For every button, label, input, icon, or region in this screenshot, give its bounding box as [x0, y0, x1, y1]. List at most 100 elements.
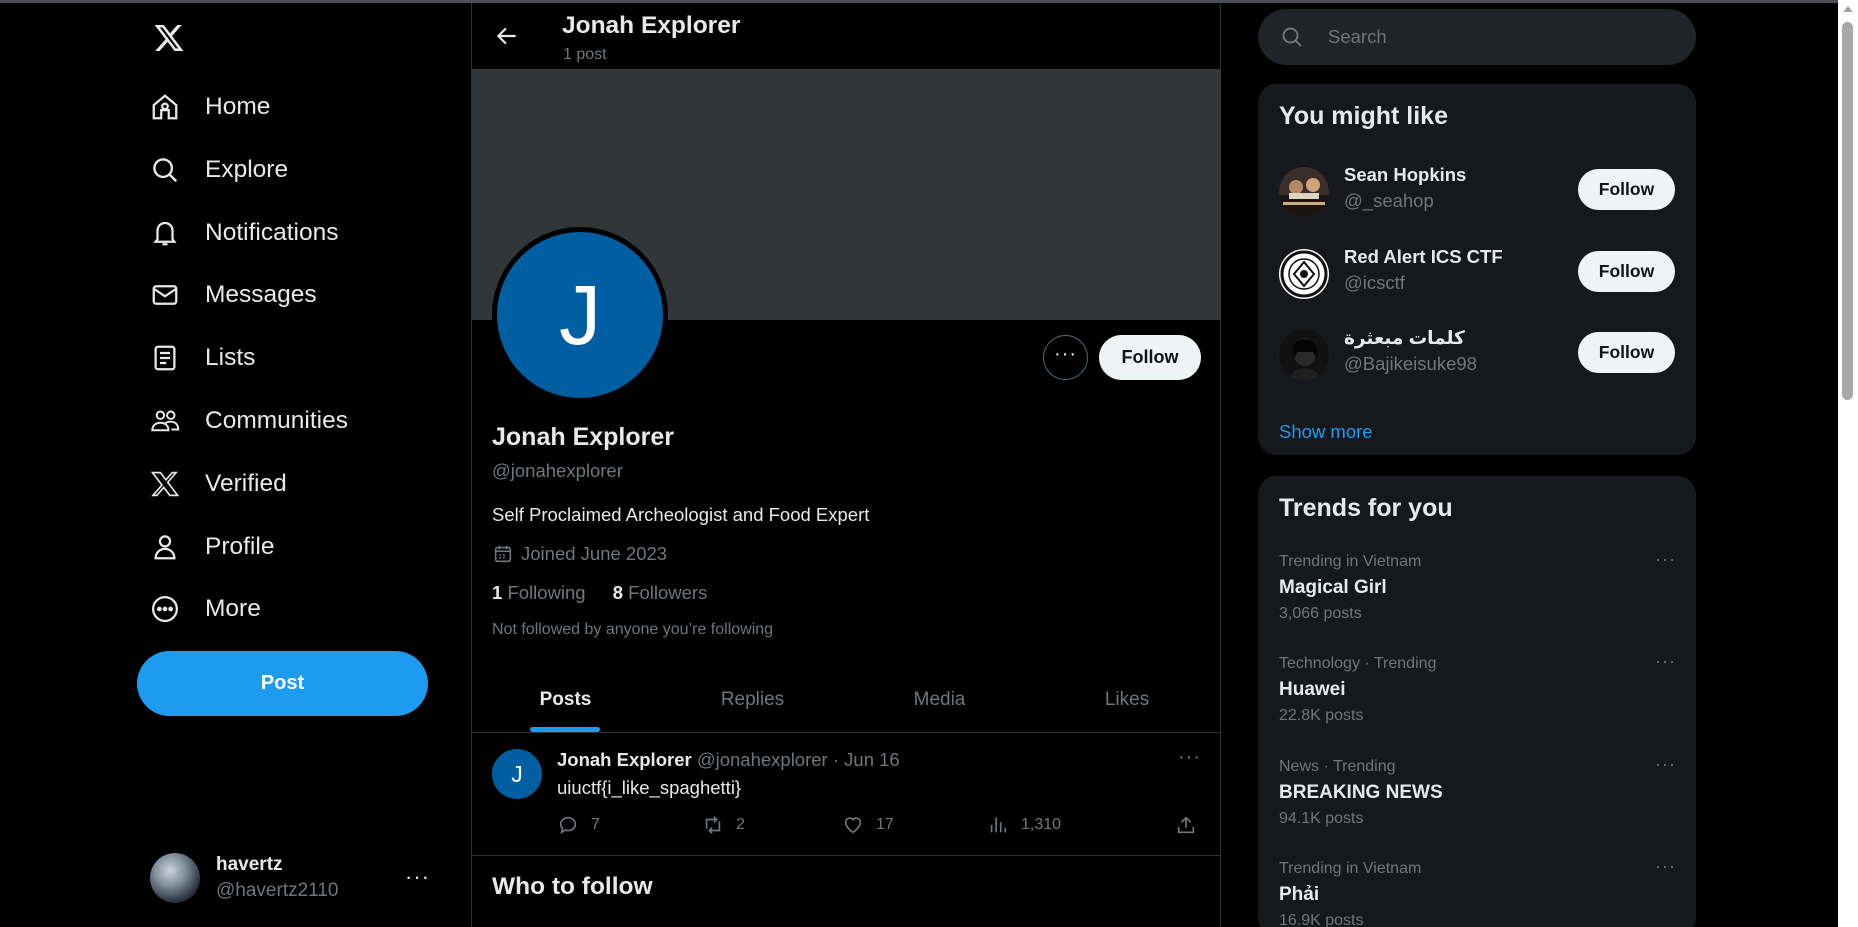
reply-button[interactable]: 7: [557, 814, 600, 836]
suggested-user[interactable]: Red Alert ICS CTF @icsctf Follow: [1258, 234, 1696, 314]
profile-stats: 1 Following 8 Followers: [492, 582, 729, 604]
more-circle-icon: [150, 594, 180, 624]
profile-bio: Self Proclaimed Archeologist and Food Ex…: [492, 504, 870, 525]
avatar: [150, 853, 200, 903]
account-switcher[interactable]: havertz @havertz2110 ···: [150, 850, 440, 906]
nav-notifications[interactable]: Notifications: [150, 208, 338, 258]
trend-item[interactable]: Technology · Trending Huawei 22.8K posts…: [1258, 651, 1696, 755]
share-icon: [1177, 816, 1195, 834]
view-count: 1,310: [1021, 816, 1062, 833]
more-icon[interactable]: ···: [1655, 651, 1676, 672]
like-button[interactable]: 17: [842, 814, 894, 836]
tweet-actions: 7 2 17 1,310: [557, 814, 1197, 840]
joined-date: Joined June 2023: [521, 543, 668, 564]
nav-profile[interactable]: Profile: [150, 522, 274, 572]
repost-button[interactable]: 2: [702, 814, 745, 836]
tab-replies[interactable]: Replies: [659, 667, 846, 733]
who-to-follow-title: Who to follow: [492, 873, 653, 900]
share-button[interactable]: [1175, 814, 1209, 836]
tweet-author-handle[interactable]: @jonahexplorer: [697, 749, 828, 770]
more-icon: ···: [1054, 343, 1077, 365]
nav-verified-label: Verified: [205, 470, 287, 497]
reply-count: 7: [591, 816, 600, 833]
tab-posts[interactable]: Posts: [472, 667, 659, 733]
scrollbar-thumb[interactable]: [1842, 22, 1853, 400]
page-title: Jonah Explorer: [562, 12, 741, 39]
trend-title: Huawei: [1279, 679, 1346, 700]
nav-communities-label: Communities: [205, 407, 348, 434]
trend-context: Trending in Vietnam: [1279, 860, 1422, 877]
nav-home[interactable]: Home: [150, 82, 270, 132]
show-more-link[interactable]: Show more: [1279, 421, 1373, 443]
scroll-up-arrow-icon[interactable]: [1843, 6, 1853, 12]
active-tab-indicator: [530, 727, 600, 732]
user-handle: @icsctf: [1344, 272, 1405, 293]
follow-button[interactable]: Follow: [1099, 335, 1201, 380]
back-arrow-icon[interactable]: [494, 23, 520, 49]
nav-more-label: More: [205, 595, 261, 622]
trends-title: Trends for you: [1279, 494, 1453, 522]
nav-notifications-label: Notifications: [205, 219, 339, 246]
tweet[interactable]: J Jonah Explorer @jonahexplorer · Jun 16…: [472, 734, 1221, 856]
home-icon: [150, 92, 180, 122]
search-input[interactable]: [1328, 26, 1668, 48]
nav-more[interactable]: More: [150, 584, 261, 634]
suggested-user[interactable]: كلمات مبعثرة @Bajikeisuke98 Follow: [1258, 315, 1696, 395]
trend-title: Magical Girl: [1279, 577, 1387, 598]
follow-button[interactable]: Follow: [1578, 169, 1675, 210]
profile-more-button[interactable]: ···: [1043, 335, 1088, 380]
suggested-user[interactable]: Sean Hopkins @_seahop Follow: [1258, 152, 1696, 232]
search-bar[interactable]: [1258, 9, 1696, 65]
more-icon[interactable]: ···: [1178, 746, 1201, 769]
tweet-text: uiuctf{i_like_spaghetti}: [557, 777, 742, 798]
tweet-date[interactable]: Jun 16: [844, 749, 900, 770]
nav-messages[interactable]: Messages: [150, 270, 317, 320]
you-might-like-title: You might like: [1279, 102, 1448, 130]
tab-likes[interactable]: Likes: [1033, 667, 1221, 733]
trend-item[interactable]: Trending in Vietnam Phải 16.9K posts ···: [1258, 856, 1696, 927]
avatar: [1279, 249, 1329, 299]
profile-header-bar: Jonah Explorer 1 post: [472, 3, 1221, 69]
nav-lists[interactable]: Lists: [150, 333, 255, 383]
follow-button[interactable]: Follow: [1578, 251, 1675, 292]
views-button[interactable]: 1,310: [987, 814, 1061, 836]
following-link[interactable]: 1 Following: [492, 582, 586, 603]
left-nav: Home Explore Notifications Messages List…: [136, 0, 436, 927]
not-followed-note: Not followed by anyone you’re following: [492, 621, 774, 638]
trend-post-count: 94.1K posts: [1279, 810, 1364, 827]
nav-lists-label: Lists: [205, 344, 256, 371]
person-icon: [150, 532, 180, 562]
like-count: 17: [876, 816, 894, 833]
post-button[interactable]: Post: [137, 651, 428, 716]
nav-verified[interactable]: Verified: [150, 459, 287, 509]
trends-card: Trends for you Trending in Vietnam Magic…: [1258, 476, 1696, 927]
x-logo-icon[interactable]: [152, 22, 186, 54]
profile-avatar[interactable]: J: [492, 227, 668, 403]
followers-label: Followers: [628, 582, 708, 603]
nav-explore[interactable]: Explore: [150, 145, 288, 195]
tab-media[interactable]: Media: [846, 667, 1033, 733]
user-handle: @Bajikeisuke98: [1344, 353, 1477, 374]
nav-communities[interactable]: Communities: [150, 396, 348, 446]
account-name: havertz: [216, 854, 283, 875]
followers-link[interactable]: 8 Followers: [613, 582, 708, 603]
list-icon: [150, 343, 180, 373]
account-handle: @havertz2110: [216, 880, 339, 901]
trend-post-count: 22.8K posts: [1279, 707, 1364, 724]
more-icon[interactable]: ···: [1655, 754, 1676, 775]
nav-home-label: Home: [205, 93, 271, 120]
tweet-author-name[interactable]: Jonah Explorer: [557, 749, 692, 770]
page-scrollbar[interactable]: [1838, 0, 1858, 927]
more-icon[interactable]: ···: [1655, 549, 1676, 570]
repost-count: 2: [736, 816, 745, 833]
more-icon[interactable]: ···: [1655, 856, 1676, 877]
trend-context: Trending in Vietnam: [1279, 553, 1422, 570]
user-handle: @_seahop: [1344, 190, 1434, 211]
trend-item[interactable]: Trending in Vietnam Magical Girl 3,066 p…: [1258, 549, 1696, 653]
tweet-avatar[interactable]: J: [492, 749, 542, 799]
follow-button[interactable]: Follow: [1578, 332, 1675, 373]
trend-context: News · Trending: [1279, 758, 1396, 775]
more-icon[interactable]: ···: [405, 864, 430, 890]
trend-item[interactable]: News · Trending BREAKING NEWS 94.1K post…: [1258, 754, 1696, 858]
trend-title: BREAKING NEWS: [1279, 782, 1443, 803]
